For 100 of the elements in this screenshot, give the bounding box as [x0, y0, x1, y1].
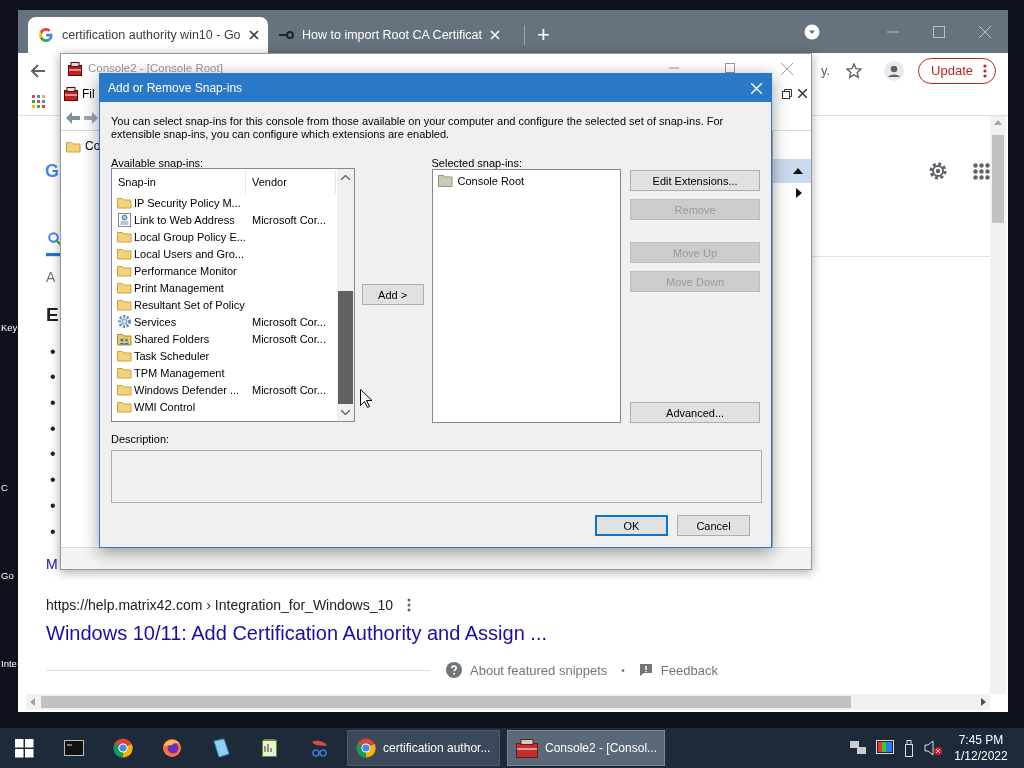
help-icon[interactable] [446, 662, 462, 678]
result-title-link[interactable]: Windows 10/11: Add Certification Authority and Assign ... [46, 619, 547, 647]
desktop-icon-label[interactable]: C [1, 482, 8, 493]
instructions-text: You can select snap-ins for this console from those available on your computer and configure the selected set of snap-ins. For extensible snap-ins, you can configure which extensions are enabled. [111, 115, 725, 141]
folder-icon [437, 174, 453, 187]
desktop-icon-label[interactable]: Go [1, 570, 14, 581]
apps-grid-icon[interactable] [32, 95, 45, 108]
scrollbar-thumb[interactable] [992, 135, 1004, 223]
network-icon[interactable] [849, 740, 867, 756]
folder-icon [117, 383, 132, 396]
star-icon[interactable] [846, 62, 863, 79]
display-icon[interactable] [876, 740, 894, 756]
bullet: • [50, 444, 56, 465]
close-icon[interactable] [798, 89, 807, 98]
more-icon [983, 63, 987, 78]
back-arrow-icon[interactable] [30, 62, 46, 79]
snap-in-item[interactable]: Services Microsoft Cor... [112, 313, 337, 330]
cancel-button[interactable]: Cancel [677, 515, 750, 536]
usb-drive-icon[interactable] [903, 739, 915, 757]
muted-speaker-icon[interactable] [924, 740, 942, 756]
snap-in-item[interactable]: Performance Monitor [112, 262, 337, 279]
maximize-icon[interactable] [725, 62, 735, 73]
tab-search-icon[interactable] [804, 23, 820, 40]
column-header[interactable]: Vendor [246, 169, 336, 194]
toolbox-icon [516, 738, 538, 758]
add-button[interactable]: Add > [361, 284, 424, 305]
vertical-scrollbar[interactable] [990, 116, 1006, 694]
snap-in-item[interactable]: Shared Folders Microsoft Cor... [112, 330, 337, 347]
snap-in-item[interactable]: Print Management [112, 279, 337, 296]
column-header[interactable]: Snap-in [112, 169, 246, 194]
taskbar-button[interactable]: certification author... [347, 730, 500, 766]
snap-in-item[interactable]: TPM Management [112, 364, 337, 381]
scrollbar-thumb[interactable] [41, 696, 851, 708]
horizontal-scrollbar[interactable] [26, 694, 990, 710]
vertical-scrollbar[interactable] [336, 169, 354, 421]
snap-in-item[interactable]: Task Scheduler [112, 347, 337, 364]
snap-in-item[interactable]: Local Users and Gro... [112, 245, 337, 262]
window-title: Console2 - [Console Root] [88, 63, 223, 74]
update-button[interactable]: Update [918, 57, 996, 84]
menu-item[interactable]: Fil [82, 87, 95, 101]
firefox-icon[interactable] [161, 738, 182, 758]
maximize-icon[interactable] [933, 25, 945, 38]
folder-icon [117, 230, 132, 243]
expand-arrow-icon[interactable] [796, 188, 802, 198]
address-text: y. [820, 63, 831, 78]
scroll-down-icon[interactable] [340, 410, 350, 415]
dialog-title: Add or Remove Snap-ins [108, 81, 243, 95]
action-button[interactable]: Edit Extensions... [630, 170, 760, 191]
feedback-link[interactable]: Feedback [660, 662, 718, 678]
notepad-icon[interactable] [259, 738, 280, 758]
snap-in-item[interactable]: IP Security Policy M... [112, 194, 337, 211]
chrome-icon [356, 738, 376, 758]
snap-in-item[interactable]: Local Group Policy E... [112, 228, 337, 245]
action-button[interactable]: Advanced... [630, 402, 760, 423]
more-icon[interactable] [407, 598, 412, 612]
collapse-icon[interactable] [793, 168, 803, 174]
google-logo: G [45, 160, 59, 182]
featured-snippets-link[interactable]: About featured snippets [470, 662, 608, 678]
snap-in-item[interactable]: Link to Web Address Microsoft Cor... [112, 211, 337, 228]
windows-start-icon[interactable] [15, 738, 34, 758]
google-icon [38, 27, 54, 43]
folder-icon [117, 298, 132, 311]
taskbar-button[interactable]: Console2 - [Consol... [507, 730, 665, 766]
terminal-icon[interactable] [63, 738, 84, 758]
notes-icon[interactable] [210, 738, 231, 758]
restore-icon[interactable] [782, 89, 792, 99]
bullet: • [50, 367, 56, 388]
desktop-icon-label[interactable]: Key [1, 322, 18, 333]
toolbox-icon [68, 61, 82, 76]
desktop-icon-label[interactable]: Inte [1, 658, 17, 669]
more-link[interactable]: M [46, 554, 58, 574]
browser-tab[interactable]: How to import Root CA Certificat [268, 17, 508, 53]
ok-button[interactable]: OK [595, 515, 668, 536]
snap-in-item[interactable]: WMI Control [112, 398, 337, 415]
bullet: • [50, 418, 56, 439]
close-icon[interactable] [248, 30, 259, 40]
selected-snap-in-item[interactable]: Console Root [437, 172, 616, 189]
shared-folder-icon [117, 331, 132, 346]
folder-icon [117, 400, 132, 413]
field-label: Description: [111, 434, 171, 445]
cursor-icon [360, 389, 372, 408]
snap-in-item[interactable]: Windows Defender ... Microsoft Cor... [112, 381, 337, 398]
settings-icon[interactable] [927, 160, 949, 182]
chrome-icon[interactable] [112, 738, 133, 758]
new-tab-button[interactable]: + [524, 25, 550, 45]
profile-icon[interactable] [884, 60, 905, 81]
field-label: Selected snap-ins: [431, 158, 523, 169]
forward-icon[interactable] [84, 111, 98, 124]
scrollbar-thumb[interactable] [337, 291, 353, 404]
scroll-up-icon[interactable] [340, 175, 350, 180]
browser-tab[interactable]: certification authority win10 - Go [28, 17, 268, 53]
folder-icon [117, 247, 132, 260]
result-stats-text: A [46, 268, 56, 287]
apps-icon[interactable] [973, 162, 990, 180]
feedback-icon[interactable] [638, 663, 653, 677]
bullet: • [50, 495, 56, 516]
snippet-heading: E [46, 303, 59, 327]
back-icon[interactable] [66, 111, 80, 124]
snap-in-item[interactable]: Resultant Set of Policy [112, 296, 337, 313]
clock[interactable]: 7:45 PM 1/12/2022 [950, 732, 1012, 764]
